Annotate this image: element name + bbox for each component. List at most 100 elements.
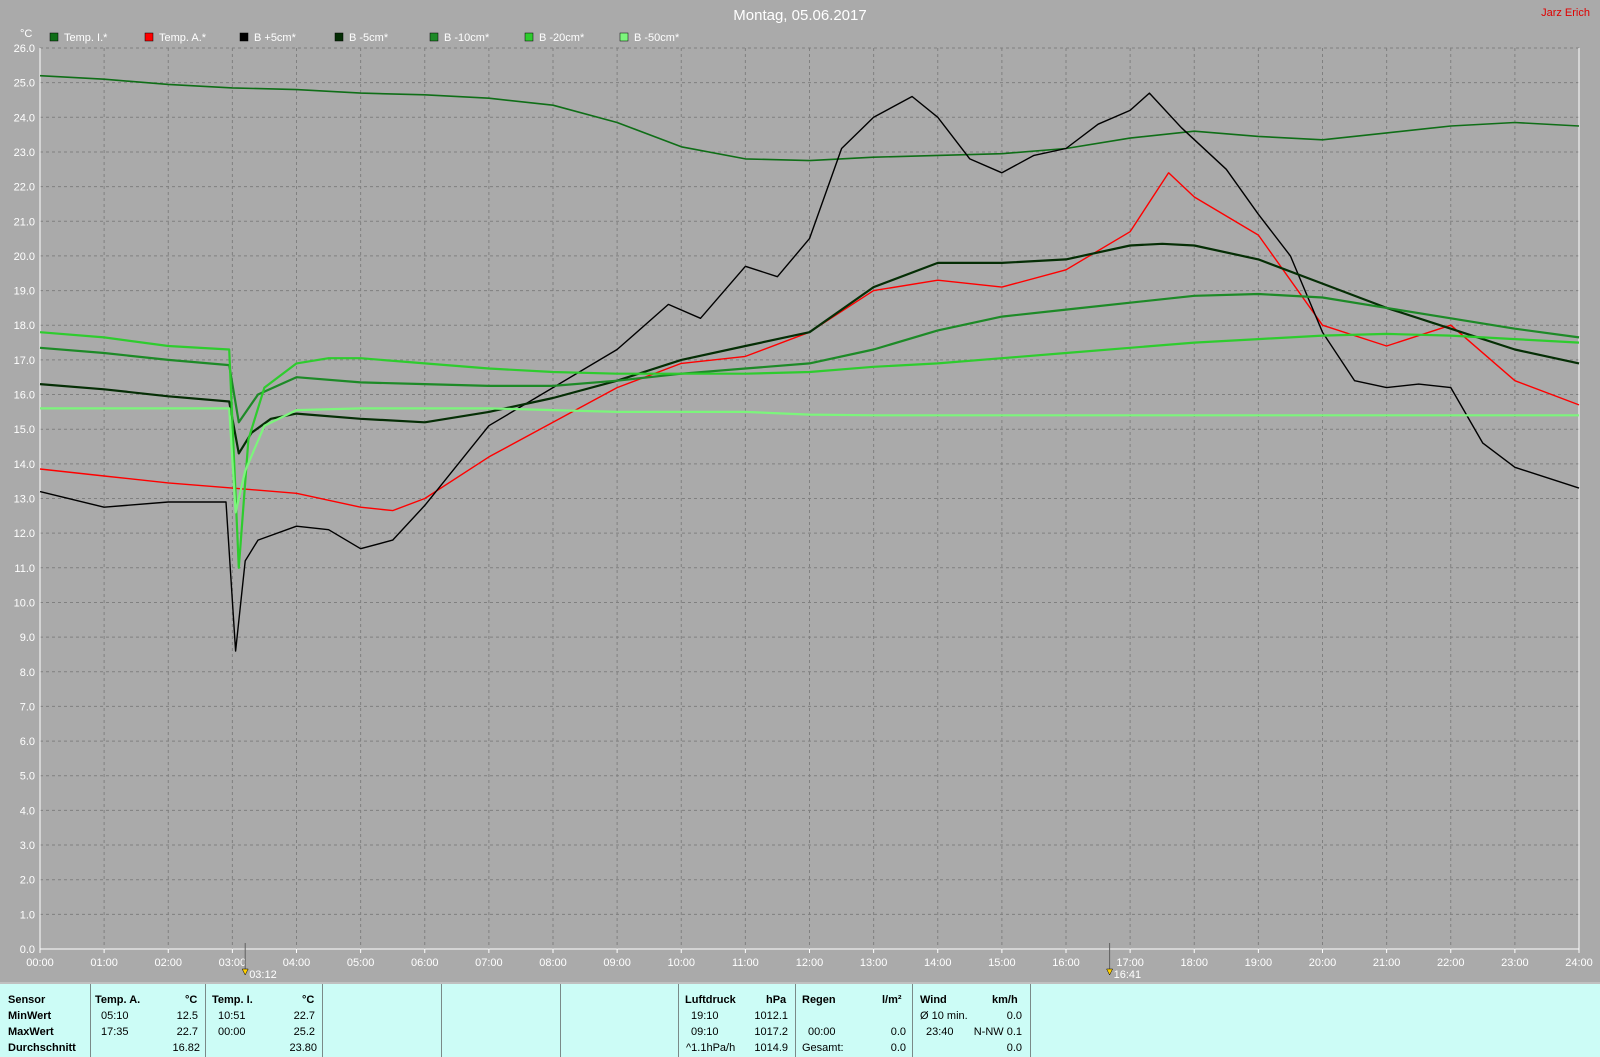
legend-swatch[interactable] <box>239 32 249 42</box>
legend-label[interactable]: Temp. A.* <box>159 32 207 44</box>
series-line-6 <box>40 407 1579 514</box>
marker-icon <box>241 968 249 976</box>
divider <box>1030 984 1031 1057</box>
legend-label[interactable]: B -10cm* <box>444 32 490 44</box>
temp-i-min-time: 10:51 <box>218 1010 246 1022</box>
rain-total-label: Gesamt: <box>802 1042 844 1054</box>
wind-avg-label: Ø 10 min. <box>920 1010 968 1022</box>
legend-swatch[interactable] <box>619 32 629 42</box>
series-line-0 <box>39 74 1580 162</box>
rain-unit: l/m² <box>882 994 902 1006</box>
y-tick-label: 9.0 <box>20 632 35 644</box>
y-tick-label: 16.0 <box>14 390 35 402</box>
axes: 0.0 1.0 2.0 3.0 4.0 5.0 6.0 7.0 8.0 9.0 10.0 11.0 12… <box>14 43 1593 969</box>
x-tick-label: 13:00 <box>860 957 888 969</box>
x-tick-label: 16:00 <box>1052 957 1080 969</box>
y-tick-label: 12.0 <box>14 528 35 540</box>
x-tick-label: 24:00 <box>1565 957 1593 969</box>
y-tick-label: 5.0 <box>20 771 35 783</box>
y-axis-unit: °C <box>20 28 32 40</box>
wind-max-value: N-NW 0.1 <box>973 1026 1022 1038</box>
wind-max-time: 23:40 <box>926 1026 954 1038</box>
y-tick-label: 15.0 <box>14 424 35 436</box>
pressure-header: Luftdruck <box>685 994 736 1006</box>
legend-swatch[interactable] <box>334 32 344 42</box>
y-tick-label: 6.0 <box>20 736 35 748</box>
y-tick-label: 1.0 <box>20 909 35 921</box>
x-tick-label: 15:00 <box>988 957 1016 969</box>
rain-total-value: 0.0 <box>890 1042 906 1054</box>
y-tick-label: 8.0 <box>20 667 35 679</box>
temp-a-max-time: 17:35 <box>101 1026 129 1038</box>
divider <box>322 984 323 1057</box>
wind-avg-value: 0.0 <box>1006 1010 1022 1022</box>
x-tick-label: 18:00 <box>1180 957 1208 969</box>
rain-header: Regen <box>802 994 836 1006</box>
row-label-avg: Durchschnitt <box>8 1042 76 1054</box>
divider <box>441 984 442 1057</box>
pressure-unit: hPa <box>766 994 787 1006</box>
chart-svg: Montag, 05.06.2017 Jarz Erich °C 0.0 1.0 2… <box>14 7 1593 981</box>
legend-label[interactable]: B -20cm* <box>539 32 585 44</box>
y-tick-label: 10.0 <box>14 597 35 609</box>
x-tick-label: 07:00 <box>475 957 503 969</box>
legend-swatch[interactable] <box>524 32 534 42</box>
legend-swatch[interactable] <box>49 32 59 42</box>
grid <box>40 47 1579 949</box>
rain-time: 00:00 <box>808 1026 836 1038</box>
marker-icon <box>1106 968 1114 976</box>
y-tick-label: 18.0 <box>14 320 35 332</box>
legend-label[interactable]: Temp. I.* <box>64 32 108 44</box>
x-tick-label: 11:00 <box>732 957 759 969</box>
y-tick-label: 13.0 <box>14 494 35 506</box>
divider <box>912 984 913 1057</box>
x-tick-label: 03:00 <box>219 957 247 969</box>
legend-swatch[interactable] <box>429 32 439 42</box>
x-tick-label: 04:00 <box>283 957 311 969</box>
x-tick-label: 19:00 <box>1245 957 1273 969</box>
pressure-min-value: 1012.1 <box>754 1010 788 1022</box>
x-tick-label: 22:00 <box>1437 957 1465 969</box>
row-label-max: MaxWert <box>8 1026 54 1038</box>
x-tick-label: 10:00 <box>667 957 695 969</box>
x-tick-label: 21:00 <box>1373 957 1401 969</box>
x-tick-label: 00:00 <box>26 957 54 969</box>
temp-a-unit: °C <box>185 994 198 1006</box>
x-tick-label: 05:00 <box>347 957 375 969</box>
temp-i-avg-value: 23.80 <box>289 1042 317 1054</box>
marker-label: 03:12 <box>249 969 277 981</box>
x-tick-label: 12:00 <box>796 957 824 969</box>
row-label-min: MinWert <box>8 1010 52 1022</box>
row-label-sensor: Sensor <box>8 994 46 1006</box>
divider <box>205 984 206 1057</box>
x-tick-label: 23:00 <box>1501 957 1529 969</box>
wind-unit: km/h <box>992 994 1018 1006</box>
legend[interactable]: Temp. I.* Temp. A.* B +5cm* B -5cm* B -10cm*… <box>49 32 680 44</box>
temp-i-max-time: 00:00 <box>218 1026 246 1038</box>
y-tick-label: 21.0 <box>14 216 35 228</box>
y-tick-label: 24.0 <box>14 112 35 124</box>
x-tick-label: 20:00 <box>1309 957 1337 969</box>
wind-extra-value: 0.0 <box>1006 1042 1022 1054</box>
temp-a-header: Temp. A. <box>95 994 141 1006</box>
legend-label[interactable]: B -50cm* <box>634 32 680 44</box>
stats-panel: Sensor MinWert MaxWert Durchschnitt Temp… <box>0 984 1600 1057</box>
legend-swatch[interactable] <box>144 32 154 42</box>
y-tick-label: 7.0 <box>20 701 35 713</box>
pressure-trend: ^1.1hPa/h <box>686 1042 736 1054</box>
pressure-max-value: 1017.2 <box>754 1026 788 1038</box>
x-tick-label: 14:00 <box>924 957 952 969</box>
x-tick-label: 06:00 <box>411 957 439 969</box>
y-tick-label: 4.0 <box>20 805 35 817</box>
y-tick-label: 19.0 <box>14 286 35 298</box>
x-tick-label: 02:00 <box>154 957 182 969</box>
temp-a-min-value: 12.5 <box>176 1010 198 1022</box>
legend-label[interactable]: B +5cm* <box>254 32 297 44</box>
y-tick-label: 14.0 <box>14 459 35 471</box>
divider <box>90 984 91 1057</box>
marker-label: 16:41 <box>1114 969 1142 981</box>
legend-label[interactable]: B -5cm* <box>349 32 389 44</box>
divider <box>795 984 796 1057</box>
pressure-min-time: 19:10 <box>691 1010 719 1022</box>
rain-value: 0.0 <box>890 1026 906 1038</box>
